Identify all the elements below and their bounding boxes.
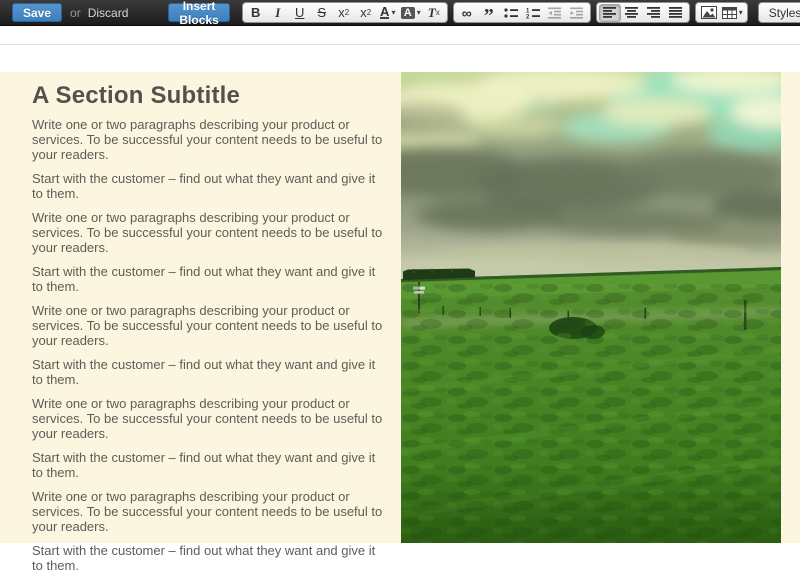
highlight-color-button[interactable]: A▾ [399, 4, 423, 22]
remove-format-icon: T [428, 5, 436, 21]
insert-blocks-button[interactable]: Insert Blocks [168, 3, 229, 22]
strikethrough-button[interactable]: S [311, 4, 333, 22]
editor-screen: Save or Discard Insert Blocks B I U S x2… [0, 0, 800, 573]
justify-icon [669, 7, 682, 18]
remove-format-small-glyph: x [436, 8, 440, 17]
paragraph[interactable]: Write one or two paragraphs describing y… [32, 303, 388, 348]
chevron-down-icon: ▾ [739, 8, 743, 17]
paragraph[interactable]: Write one or two paragraphs describing y… [32, 396, 388, 441]
link-button[interactable]: ∞ [456, 4, 478, 22]
text-column: A Section Subtitle Write one or two para… [32, 82, 388, 573]
paragraph[interactable]: Start with the customer – find out what … [32, 171, 388, 201]
paragraph[interactable]: Start with the customer – find out what … [32, 357, 388, 387]
paragraph[interactable]: Write one or two paragraphs describing y… [32, 489, 388, 534]
align-left-button[interactable] [599, 4, 621, 22]
ordered-list-icon: 1 2 [526, 7, 540, 19]
paragraph[interactable]: Start with the customer – find out what … [32, 543, 388, 573]
table-icon [722, 7, 737, 19]
media-button-group: ▾ [695, 2, 748, 23]
subscript-small-glyph: 2 [345, 8, 349, 17]
chevron-down-icon: ▾ [417, 8, 421, 17]
svg-text:2: 2 [526, 14, 530, 18]
paragraph[interactable]: Start with the customer – find out what … [32, 450, 388, 480]
link-icon: ∞ [462, 5, 472, 21]
chevron-down-icon: ▾ [391, 8, 395, 17]
bold-button[interactable]: B [245, 4, 267, 22]
subscript-button[interactable]: x2 [333, 4, 355, 22]
align-center-icon [625, 7, 638, 18]
image-icon [701, 6, 717, 19]
styles-dropdown-label: Styles [769, 6, 800, 20]
text-color-button[interactable]: A▾ [377, 4, 399, 22]
save-button[interactable]: Save [12, 3, 62, 22]
insert-image-button[interactable] [698, 4, 720, 22]
text-image-section: A Section Subtitle Write one or two para… [0, 72, 800, 543]
section-heading[interactable]: A Section Subtitle [32, 82, 388, 110]
italic-button[interactable]: I [267, 4, 289, 22]
unordered-list-icon [504, 7, 518, 19]
paragraph[interactable]: Write one or two paragraphs describing y… [32, 117, 388, 162]
paragraph[interactable]: Start with the customer – find out what … [32, 264, 388, 294]
superscript-button[interactable]: x2 [355, 4, 377, 22]
blockquote-icon: ” [484, 5, 494, 28]
outdent-icon [548, 7, 561, 19]
indent-button[interactable] [566, 4, 588, 22]
page-header-strip [0, 27, 800, 45]
align-center-button[interactable] [621, 4, 643, 22]
align-right-button[interactable] [643, 4, 665, 22]
svg-text:1: 1 [526, 8, 530, 14]
unordered-list-button[interactable] [500, 4, 522, 22]
styles-dropdown[interactable]: Styles ▾ [758, 2, 800, 23]
alignment-button-group [596, 2, 690, 23]
section-photo[interactable] [401, 72, 781, 543]
photo-field [401, 267, 781, 543]
paragraph[interactable]: Write one or two paragraphs describing y… [32, 210, 388, 255]
insert-table-button[interactable]: ▾ [720, 4, 745, 22]
editor-toolbar: Save or Discard Insert Blocks B I U S x2… [0, 0, 800, 26]
text-color-icon: A [380, 6, 389, 19]
indent-icon [570, 7, 583, 19]
paragraph-button-group: ∞ ” 1 2 [453, 2, 591, 23]
blockquote-button[interactable]: ” [478, 4, 500, 22]
align-left-icon [603, 7, 616, 18]
field-photo-illustration [401, 72, 781, 543]
remove-format-button[interactable]: Tx [423, 4, 445, 22]
photo-sky [401, 72, 781, 284]
align-right-icon [647, 7, 660, 18]
ordered-list-button[interactable]: 1 2 [522, 4, 544, 22]
superscript-small-glyph: 2 [367, 8, 371, 17]
outdent-button[interactable] [544, 4, 566, 22]
justify-button[interactable] [665, 4, 687, 22]
or-label: or [70, 6, 81, 20]
highlight-color-icon: A [401, 7, 415, 19]
underline-button[interactable]: U [289, 4, 311, 22]
format-button-group: B I U S x2 x2 A▾ A▾ Tx [242, 2, 448, 23]
discard-button[interactable]: Discard [88, 6, 129, 20]
